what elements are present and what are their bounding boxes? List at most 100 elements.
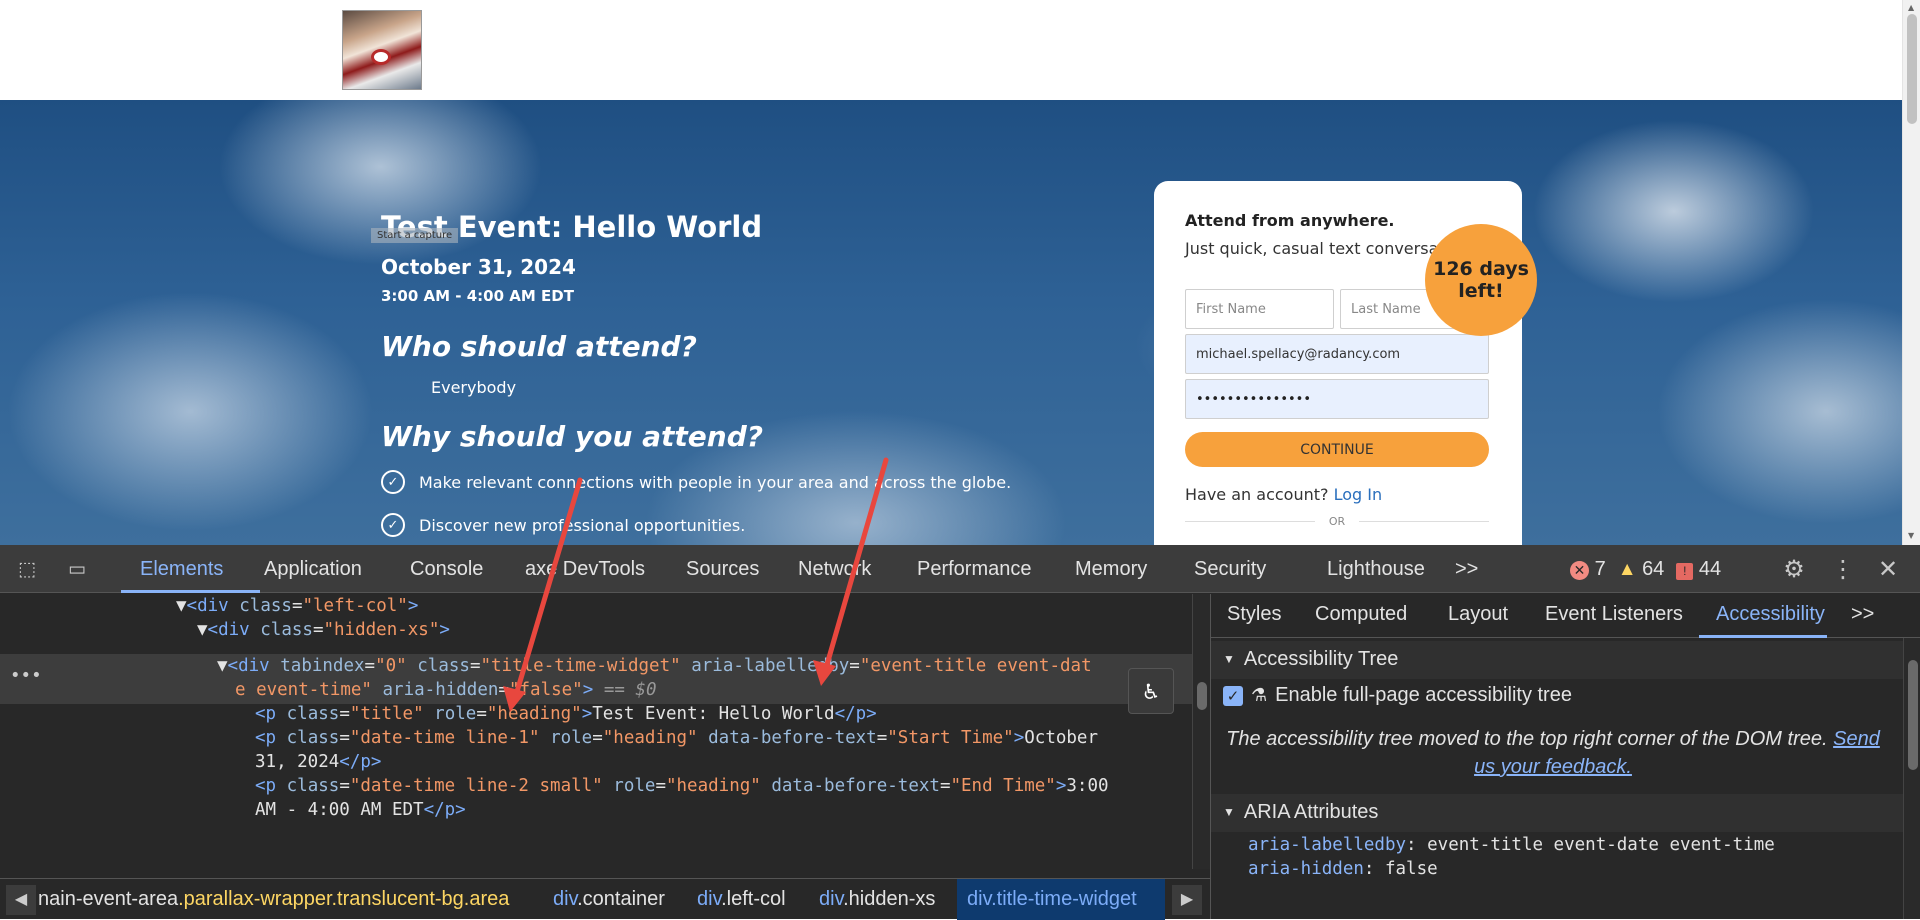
breadcrumb-item[interactable]: div.container [553, 888, 665, 911]
breadcrumb-item[interactable]: div.left-col [697, 888, 786, 911]
scroll-up-icon[interactable]: ▲ [1908, 3, 1914, 12]
gear-icon[interactable]: ⚙ [1781, 557, 1807, 581]
issue-counters[interactable]: ✕ 7 ▲ 64 ! 44 [1570, 558, 1721, 581]
dom-line-selected-cont[interactable]: e event-time" aria-hidden="false"> == $0 [235, 678, 657, 702]
dom-line-selected[interactable]: ▼<div tabindex="0" class="title-time-wid… [217, 654, 1092, 678]
section-title: ARIA Attributes [1243, 801, 1379, 823]
devtools-tabbar: ⬚ ▭ Elements Application Console axe Dev… [0, 545, 1920, 593]
more-tabs-icon[interactable]: >> [1455, 558, 1478, 581]
login-link[interactable]: Log In [1334, 485, 1383, 504]
scrollbar-thumb[interactable] [1907, 14, 1917, 124]
accessibility-tree-section[interactable]: ▼ Accessibility Tree [1223, 648, 1398, 671]
collapse-triangle-icon: ▼ [1223, 652, 1235, 666]
chevron-left-icon[interactable]: ◀ [6, 885, 36, 915]
days-left-badge: 126 days left! [1425, 224, 1537, 336]
error-count: 7 [1594, 558, 1606, 580]
enable-tree-row[interactable]: ✓ ⚗ Enable full-page accessibility tree [1223, 684, 1572, 707]
tab-memory[interactable]: Memory [1075, 558, 1147, 581]
dom-line[interactable]: <p class="title" role="heading">Test Eve… [255, 702, 877, 726]
first-name-input[interactable]: First Name [1185, 289, 1334, 329]
page-scrollbar[interactable]: ▲ ▼ [1902, 0, 1920, 545]
who-answer: Everybody [431, 378, 517, 397]
crumb-tag: div [967, 888, 992, 910]
dom-line-cont[interactable]: AM - 4:00 AM EDT</p> [255, 798, 466, 822]
error-icon: ✕ [1570, 561, 1589, 580]
breadcrumb-item[interactable]: nain-event-area.parallax-wrapper.translu… [38, 888, 509, 911]
benefit-text: Make relevant connections with people in… [419, 472, 1012, 492]
attr-value: "title" [349, 704, 424, 724]
breadcrumb: ◀ nain-event-area.parallax-wrapper.trans… [0, 878, 1210, 920]
who-heading: Who should attend? [381, 330, 697, 363]
crumb-class: nain-event-area [38, 888, 179, 910]
accessibility-person-icon[interactable]: ♿ [1128, 668, 1174, 714]
tab-layout[interactable]: Layout [1448, 603, 1508, 626]
sidebar-pane: Styles Computed Layout Event Listeners A… [1210, 594, 1920, 919]
attr-value: e event-time" [235, 680, 372, 700]
device-toolbar-icon[interactable]: ▭ [64, 557, 90, 581]
a11y-move-note: The accessibility tree moved to the top … [1223, 725, 1883, 781]
kebab-menu-icon[interactable]: ⋮ [1830, 557, 1856, 581]
dom-line-cont[interactable]: 31, 2024</p> [255, 750, 381, 774]
sidebar-scrollbar[interactable] [1903, 638, 1920, 919]
attr-name: aria-labelledby [691, 656, 850, 676]
check-circle-icon: ✓ [381, 513, 405, 537]
aria-value: event-title event-date event-time [1427, 835, 1775, 855]
tab-axe-devtools[interactable]: axe DevTools [525, 558, 645, 581]
crumb-class: .title-time-widget [991, 888, 1137, 910]
tab-performance[interactable]: Performance [917, 558, 1032, 581]
dom-tree: ••• ▼<div class="left-col"> ▼<div class=… [0, 594, 1192, 869]
inspect-element-icon[interactable]: ⬚ [14, 557, 40, 581]
crumb-class: .hidden-xs [843, 888, 936, 910]
scroll-down-icon[interactable]: ▼ [1908, 531, 1914, 540]
aria-attributes-section[interactable]: ▼ ARIA Attributes [1223, 801, 1378, 824]
password-input[interactable]: ••••••••••••••• [1185, 379, 1489, 419]
dom-line[interactable]: <p class="date-time line-1" role="headin… [255, 726, 1098, 750]
attr-value: "hidden-xs" [323, 620, 440, 640]
breadcrumb-item-selected[interactable]: div.title-time-widget [967, 888, 1137, 911]
text-node: 31, 2024 [255, 752, 340, 772]
tab-lighthouse[interactable]: Lighthouse [1327, 558, 1425, 581]
attr-name: class [260, 620, 313, 640]
more-tabs-icon[interactable]: >> [1851, 603, 1874, 626]
tab-elements[interactable]: Elements [140, 558, 223, 581]
why-heading: Why should you attend? [381, 420, 764, 453]
ellipsis-icon[interactable]: ••• [10, 664, 42, 688]
tab-accessibility[interactable]: Accessibility [1716, 603, 1825, 626]
or-divider: OR [1185, 515, 1489, 528]
crumb-class: .left-col [721, 888, 786, 910]
checkbox-checked-icon[interactable]: ✓ [1223, 685, 1243, 706]
tab-security[interactable]: Security [1194, 558, 1266, 581]
tab-sources[interactable]: Sources [686, 558, 759, 581]
warning-count: 64 [1642, 558, 1665, 580]
issues-count: 44 [1698, 558, 1722, 580]
chevron-right-icon[interactable]: ▶ [1172, 885, 1202, 915]
attr-value: "left-col" [302, 596, 408, 616]
tab-event-listeners[interactable]: Event Listeners [1545, 603, 1683, 626]
tab-network[interactable]: Network [798, 558, 871, 581]
attr-name: role [434, 704, 477, 724]
scrollbar-thumb[interactable] [1197, 682, 1207, 710]
collapse-triangle-icon: ▼ [217, 656, 228, 676]
capture-tooltip[interactable]: Start a capture [371, 228, 459, 243]
tab-console[interactable]: Console [410, 558, 483, 581]
email-input[interactable]: michael.spellacy@radancy.com [1185, 334, 1489, 374]
aria-key: aria-hidden [1248, 859, 1364, 879]
continue-button[interactable]: CONTINUE [1185, 432, 1489, 467]
tab-application[interactable]: Application [264, 558, 362, 581]
section-title: Accessibility Tree [1243, 648, 1399, 670]
dom-line[interactable]: <p class="date-time line-2 small" role="… [255, 774, 1109, 798]
close-icon[interactable]: ✕ [1875, 557, 1901, 581]
check-circle-icon: ✓ [381, 470, 405, 494]
attr-name: data-before-text [771, 776, 940, 796]
dom-line[interactable]: ▼<div class="left-col"> [176, 594, 418, 618]
selected-marker: == $0 [603, 680, 657, 700]
aria-attribute-row: aria-labelledby: event-title event-date … [1248, 835, 1775, 855]
event-date: October 31, 2024 [381, 255, 576, 279]
dom-scrollbar[interactable] [1192, 594, 1210, 869]
profile-logo-image[interactable] [342, 10, 422, 90]
dom-line[interactable]: ▼<div class="hidden-xs"> [197, 618, 450, 642]
tab-computed[interactable]: Computed [1315, 603, 1407, 626]
tab-styles[interactable]: Styles [1227, 603, 1281, 626]
scrollbar-thumb[interactable] [1908, 660, 1918, 770]
breadcrumb-item[interactable]: div.hidden-xs [819, 888, 935, 911]
